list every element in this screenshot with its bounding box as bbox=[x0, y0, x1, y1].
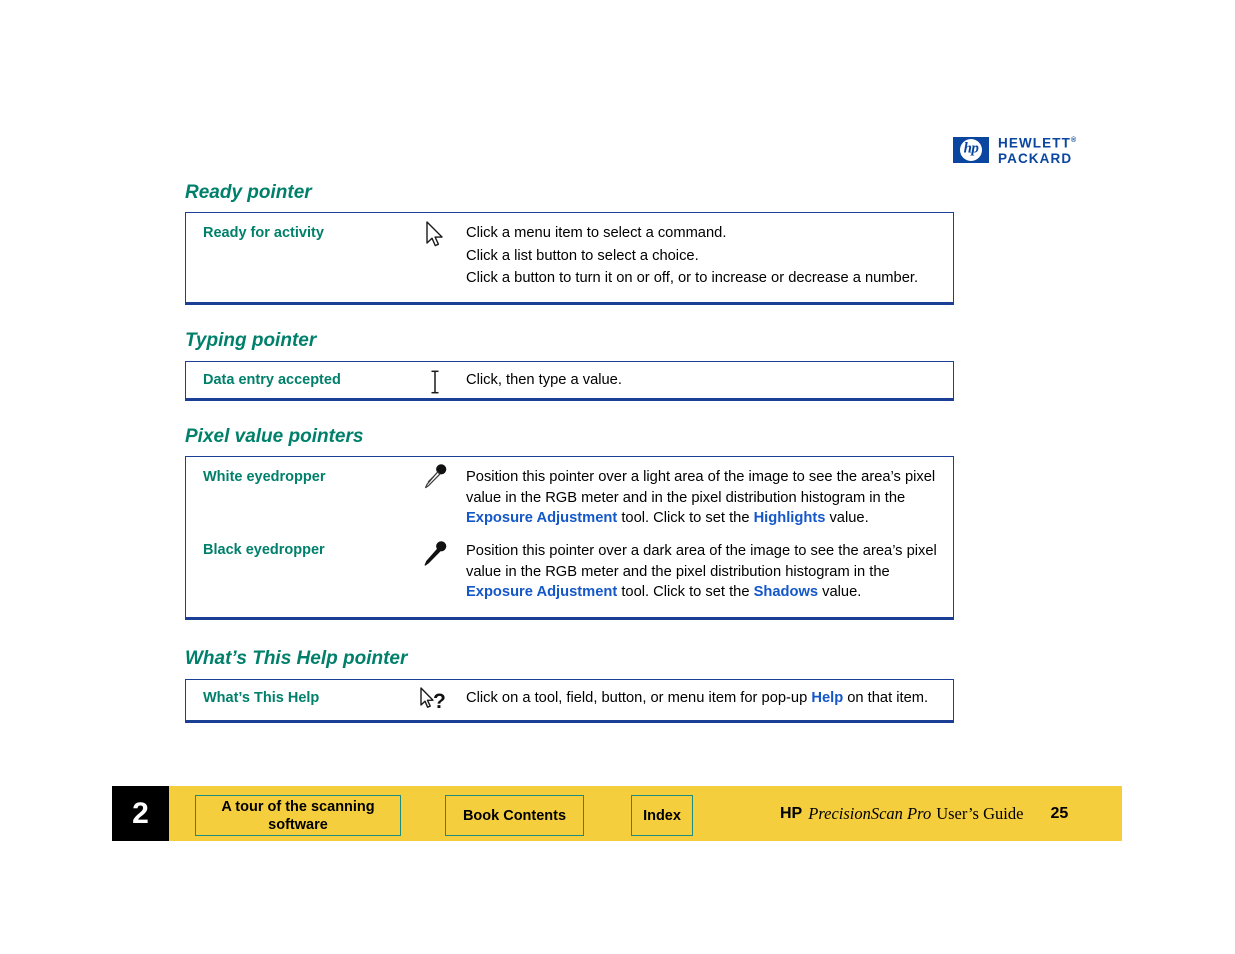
table-row: Ready for activity Click a menu item to … bbox=[186, 213, 953, 289]
row-label: Black eyedropper bbox=[203, 542, 325, 558]
arrow-cursor-icon bbox=[425, 221, 445, 248]
black-eyedropper-icon bbox=[422, 541, 448, 569]
link-exposure-adjustment[interactable]: Exposure Adjustment bbox=[466, 510, 617, 526]
link-exposure-adjustment[interactable]: Exposure Adjustment bbox=[466, 584, 617, 600]
table-ready-pointer: Ready for activity Click a menu item to … bbox=[185, 212, 954, 305]
desc-text: on that item. bbox=[843, 690, 929, 706]
section-heading-ready-pointer: Ready pointer bbox=[185, 182, 312, 203]
link-help[interactable]: Help bbox=[811, 690, 843, 706]
table-pixel-value-pointers: White eyedropper Position this pointer o… bbox=[185, 456, 954, 620]
desc-text: Position this pointer over a light area … bbox=[466, 469, 936, 506]
table-row: Data entry accepted Click, then type a v… bbox=[186, 362, 953, 395]
hp-logo-mark-icon: hp bbox=[953, 136, 989, 163]
footer-document-title: HP PrecisionScan Pro User’s Guide 25 bbox=[780, 786, 1068, 841]
white-eyedropper-icon bbox=[422, 463, 448, 491]
desc-line: Click, then type a value. bbox=[466, 372, 622, 388]
hp-wordmark-line-1: HEWLETT® bbox=[998, 135, 1077, 151]
desc-paragraph: Click on a tool, field, button, or menu … bbox=[466, 688, 947, 709]
row-icon-cell bbox=[404, 362, 466, 395]
desc-line: Click a list button to select a choice. bbox=[466, 247, 699, 264]
desc-text: tool. Click to set the bbox=[617, 510, 754, 526]
row-icon-cell bbox=[404, 213, 466, 248]
row-description: Position this pointer over a light area … bbox=[466, 457, 953, 529]
table-whats-this-help: What’s This Help ? Click on a tool, fiel… bbox=[185, 679, 954, 723]
hp-logo-disc: hp bbox=[960, 138, 982, 161]
section-heading-whats-this-help-pointer: What’s This Help pointer bbox=[185, 648, 408, 669]
row-description: Click on a tool, field, button, or menu … bbox=[466, 680, 953, 709]
desc-paragraph: Position this pointer over a light area … bbox=[466, 467, 947, 529]
help-cursor-icon: ? bbox=[419, 686, 451, 714]
table-row: Black eyedropper Position this pointer o… bbox=[186, 541, 953, 619]
section-heading-pixel-value-pointers: Pixel value pointers bbox=[185, 426, 364, 447]
hp-wordmark-line-2: PACKARD bbox=[998, 151, 1073, 166]
row-label: What’s This Help bbox=[203, 690, 320, 706]
desc-text: tool. Click to set the bbox=[617, 584, 754, 600]
row-description: Click, then type a value. bbox=[466, 362, 953, 391]
hp-logo: hp HEWLETT® PACKARD bbox=[953, 134, 1076, 166]
row-description: Click a menu item to select a command. C… bbox=[466, 213, 953, 289]
desc-paragraph: Position this pointer over a dark area o… bbox=[466, 541, 947, 603]
row-label: White eyedropper bbox=[203, 469, 326, 485]
page-footer: 2 A tour of the scanning software Book C… bbox=[112, 786, 1122, 841]
row-label: Ready for activity bbox=[203, 225, 324, 241]
row-description: Position this pointer over a dark area o… bbox=[466, 541, 953, 603]
table-row: White eyedropper Position this pointer o… bbox=[186, 457, 953, 541]
i-beam-cursor-icon bbox=[428, 369, 442, 395]
link-highlights[interactable]: Highlights bbox=[754, 510, 826, 526]
footer-guide-label: User’s Guide bbox=[936, 803, 1024, 823]
chapter-number-badge: 2 bbox=[112, 786, 169, 841]
footer-button-index[interactable]: Index bbox=[631, 795, 693, 836]
row-icon-cell bbox=[404, 457, 466, 491]
row-label: Data entry accepted bbox=[203, 372, 341, 388]
desc-text: Position this pointer over a dark area o… bbox=[466, 543, 937, 580]
section-heading-typing-pointer: Typing pointer bbox=[185, 330, 317, 351]
link-shadows[interactable]: Shadows bbox=[754, 584, 818, 600]
footer-product-name: PrecisionScan Pro bbox=[808, 803, 932, 823]
footer-button-book-contents[interactable]: Book Contents bbox=[445, 795, 584, 836]
desc-text: value. bbox=[825, 510, 869, 526]
footer-button-chapter-title[interactable]: A tour of the scanning software bbox=[195, 795, 401, 836]
table-typing-pointer: Data entry accepted Click, then type a v… bbox=[185, 361, 954, 401]
footer-page-number: 25 bbox=[1050, 804, 1069, 822]
hp-trademark-symbol: ® bbox=[1070, 137, 1077, 144]
row-icon-cell bbox=[404, 541, 466, 569]
desc-line: Click a menu item to select a command. bbox=[466, 225, 727, 241]
hp-wordmark: HEWLETT® PACKARD bbox=[998, 134, 1076, 166]
desc-text: Click on a tool, field, button, or menu … bbox=[466, 690, 812, 706]
desc-text: value. bbox=[818, 584, 862, 600]
hp-logo-hp-text: hp bbox=[963, 140, 979, 157]
row-icon-cell: ? bbox=[404, 680, 466, 714]
table-row: What’s This Help ? Click on a tool, fiel… bbox=[186, 680, 953, 714]
desc-line: Click a button to turn it on or off, or … bbox=[466, 270, 919, 286]
svg-text:?: ? bbox=[433, 690, 446, 713]
footer-brand: HP bbox=[780, 804, 803, 822]
